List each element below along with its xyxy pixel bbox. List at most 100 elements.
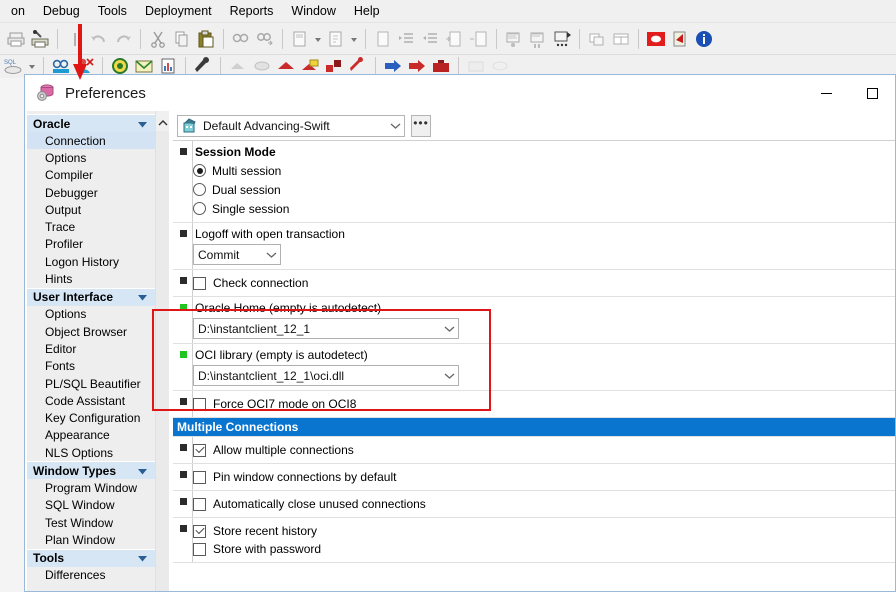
sql-window-icon[interactable]: SQL bbox=[3, 56, 25, 78]
store-history-checkbox[interactable]: Store recent history bbox=[193, 522, 887, 540]
sidebar-item-plsql-beautifier[interactable]: PL/SQL Beautifier bbox=[27, 375, 155, 392]
sidebar-item-program-window[interactable]: Program Window bbox=[27, 479, 155, 496]
radio-icon[interactable] bbox=[193, 183, 206, 196]
sidebar-item-appearance[interactable]: Appearance bbox=[27, 427, 155, 444]
print-setup-icon[interactable] bbox=[29, 28, 51, 50]
checkbox-icon[interactable] bbox=[193, 276, 206, 290]
sidebar-item-differences[interactable]: Differences bbox=[27, 567, 155, 584]
sidebar-group-oracle[interactable]: Oracle bbox=[27, 114, 155, 132]
checkbox-icon[interactable] bbox=[193, 443, 206, 457]
sidebar-item-object-browser[interactable]: Object Browser bbox=[27, 323, 155, 340]
sidebar-item-options[interactable]: Options bbox=[27, 149, 155, 166]
sidebar-scrollbar[interactable] bbox=[155, 111, 170, 591]
oracle-icon[interactable] bbox=[645, 28, 667, 50]
find-next-icon[interactable] bbox=[254, 28, 276, 50]
comment-icon[interactable] bbox=[444, 28, 466, 50]
menu-item-help[interactable]: Help bbox=[345, 2, 389, 20]
menu-item-deployment[interactable]: Deployment bbox=[136, 2, 221, 20]
sidebar-group-user-interface[interactable]: User Interface bbox=[27, 287, 155, 307]
menu-item-truncated[interactable]: on bbox=[2, 2, 34, 20]
checkbox-icon[interactable] bbox=[193, 497, 206, 511]
sidebar-item-connection[interactable]: Connection bbox=[27, 132, 155, 150]
execute-step-icon[interactable] bbox=[527, 28, 549, 50]
paste-icon[interactable] bbox=[195, 28, 217, 50]
open-document-icon[interactable] bbox=[325, 28, 347, 50]
sidebar-item-sql-window[interactable]: SQL Window bbox=[27, 497, 155, 514]
copy-icon[interactable] bbox=[171, 28, 193, 50]
tile-windows-icon[interactable] bbox=[586, 28, 608, 50]
sidebar-item-fonts[interactable]: Fonts bbox=[27, 358, 155, 375]
sidebar-item-test-window[interactable]: Test Window bbox=[27, 514, 155, 531]
profile-select[interactable]: Default Advancing-Swift bbox=[177, 114, 405, 137]
sidebar-item-profiler[interactable]: Profiler bbox=[27, 236, 155, 253]
sidebar-item-ui-options[interactable]: Options bbox=[27, 306, 155, 323]
uncomment-icon[interactable] bbox=[468, 28, 490, 50]
oci-library-input[interactable]: D:\instantclient_12_1\oci.dll bbox=[193, 365, 459, 386]
sidebar-item-editor[interactable]: Editor bbox=[27, 340, 155, 357]
indent-icon[interactable] bbox=[396, 28, 418, 50]
sidebar-item-debugger[interactable]: Debugger bbox=[27, 184, 155, 201]
profile-more-button[interactable]: ••• bbox=[411, 114, 431, 137]
menu-item-window[interactable]: Window bbox=[282, 2, 344, 20]
checkbox-icon[interactable] bbox=[193, 524, 206, 538]
chevron-down-icon[interactable] bbox=[262, 251, 280, 259]
check-connection-checkbox[interactable]: Check connection bbox=[193, 274, 887, 292]
checkbox-icon[interactable] bbox=[193, 470, 206, 484]
maximize-button[interactable] bbox=[849, 75, 895, 111]
execute-icon[interactable] bbox=[503, 28, 525, 50]
sidebar-item-logon-history[interactable]: Logon History bbox=[27, 253, 155, 270]
caret-down-icon[interactable] bbox=[134, 289, 150, 307]
sidebar-item-nls-options[interactable]: NLS Options bbox=[27, 444, 155, 461]
find-icon[interactable] bbox=[230, 28, 252, 50]
sidebar-item-code-assistant[interactable]: Code Assistant bbox=[27, 392, 155, 409]
caret-down-icon[interactable] bbox=[134, 550, 150, 568]
cut-icon[interactable] bbox=[147, 28, 169, 50]
pin-window-checkbox[interactable]: Pin window connections by default bbox=[193, 468, 887, 486]
sidebar-group-window-types[interactable]: Window Types bbox=[27, 461, 155, 480]
radio-icon[interactable] bbox=[193, 202, 206, 215]
chevron-down-icon[interactable] bbox=[440, 325, 458, 333]
cascade-windows-icon[interactable] bbox=[610, 28, 632, 50]
force-oci7-checkbox[interactable]: Force OCI7 mode on OCI8 bbox=[193, 395, 887, 413]
outdent-icon[interactable] bbox=[420, 28, 442, 50]
sql-bar-icon[interactable] bbox=[64, 28, 86, 50]
allow-multiple-checkbox[interactable]: Allow multiple connections bbox=[193, 441, 887, 459]
radio-dual-session[interactable]: Dual session bbox=[193, 180, 887, 199]
oracle-home-input[interactable]: D:\instantclient_12_1 bbox=[193, 318, 459, 339]
new-document-dropdown-icon[interactable] bbox=[313, 28, 323, 50]
checkbox-icon[interactable] bbox=[193, 397, 206, 411]
execute-options-icon[interactable] bbox=[551, 28, 573, 50]
store-password-checkbox[interactable]: Store with password bbox=[193, 540, 887, 558]
sidebar-item-key-configuration[interactable]: Key Configuration bbox=[27, 409, 155, 426]
sidebar-item-hints[interactable]: Hints bbox=[27, 270, 155, 287]
document-icon[interactable] bbox=[372, 28, 394, 50]
chevron-up-icon[interactable] bbox=[156, 114, 170, 131]
caret-down-icon[interactable] bbox=[134, 462, 150, 480]
auto-close-checkbox[interactable]: Automatically close unused connections bbox=[193, 495, 887, 513]
chevron-down-icon[interactable] bbox=[386, 116, 404, 136]
sidebar-item-trace[interactable]: Trace bbox=[27, 218, 155, 235]
menu-item-reports[interactable]: Reports bbox=[221, 2, 283, 20]
logoff-select[interactable]: Commit bbox=[193, 244, 281, 265]
chevron-down-icon[interactable] bbox=[440, 372, 458, 380]
pdf-export-icon[interactable] bbox=[669, 28, 691, 50]
open-document-dropdown-icon[interactable] bbox=[349, 28, 359, 50]
scrollbar-track[interactable] bbox=[156, 131, 170, 591]
menu-item-debug[interactable]: Debug bbox=[34, 2, 89, 20]
sidebar-item-compiler[interactable]: Compiler bbox=[27, 167, 155, 184]
print-icon[interactable] bbox=[5, 28, 27, 50]
minimize-button[interactable] bbox=[803, 75, 849, 111]
sidebar-item-plan-window[interactable]: Plan Window bbox=[27, 531, 155, 548]
menu-item-tools[interactable]: Tools bbox=[89, 2, 136, 20]
sidebar-item-output[interactable]: Output bbox=[27, 201, 155, 218]
radio-multi-session[interactable]: Multi session bbox=[193, 161, 887, 180]
undo-icon[interactable] bbox=[88, 28, 110, 50]
new-document-icon[interactable] bbox=[289, 28, 311, 50]
checkbox-icon[interactable] bbox=[193, 542, 206, 556]
about-icon[interactable] bbox=[693, 28, 715, 50]
radio-single-session[interactable]: Single session bbox=[193, 199, 887, 218]
sidebar-group-tools[interactable]: Tools bbox=[27, 548, 155, 568]
caret-down-icon[interactable] bbox=[134, 115, 150, 133]
radio-icon[interactable] bbox=[193, 164, 206, 177]
redo-icon[interactable] bbox=[112, 28, 134, 50]
